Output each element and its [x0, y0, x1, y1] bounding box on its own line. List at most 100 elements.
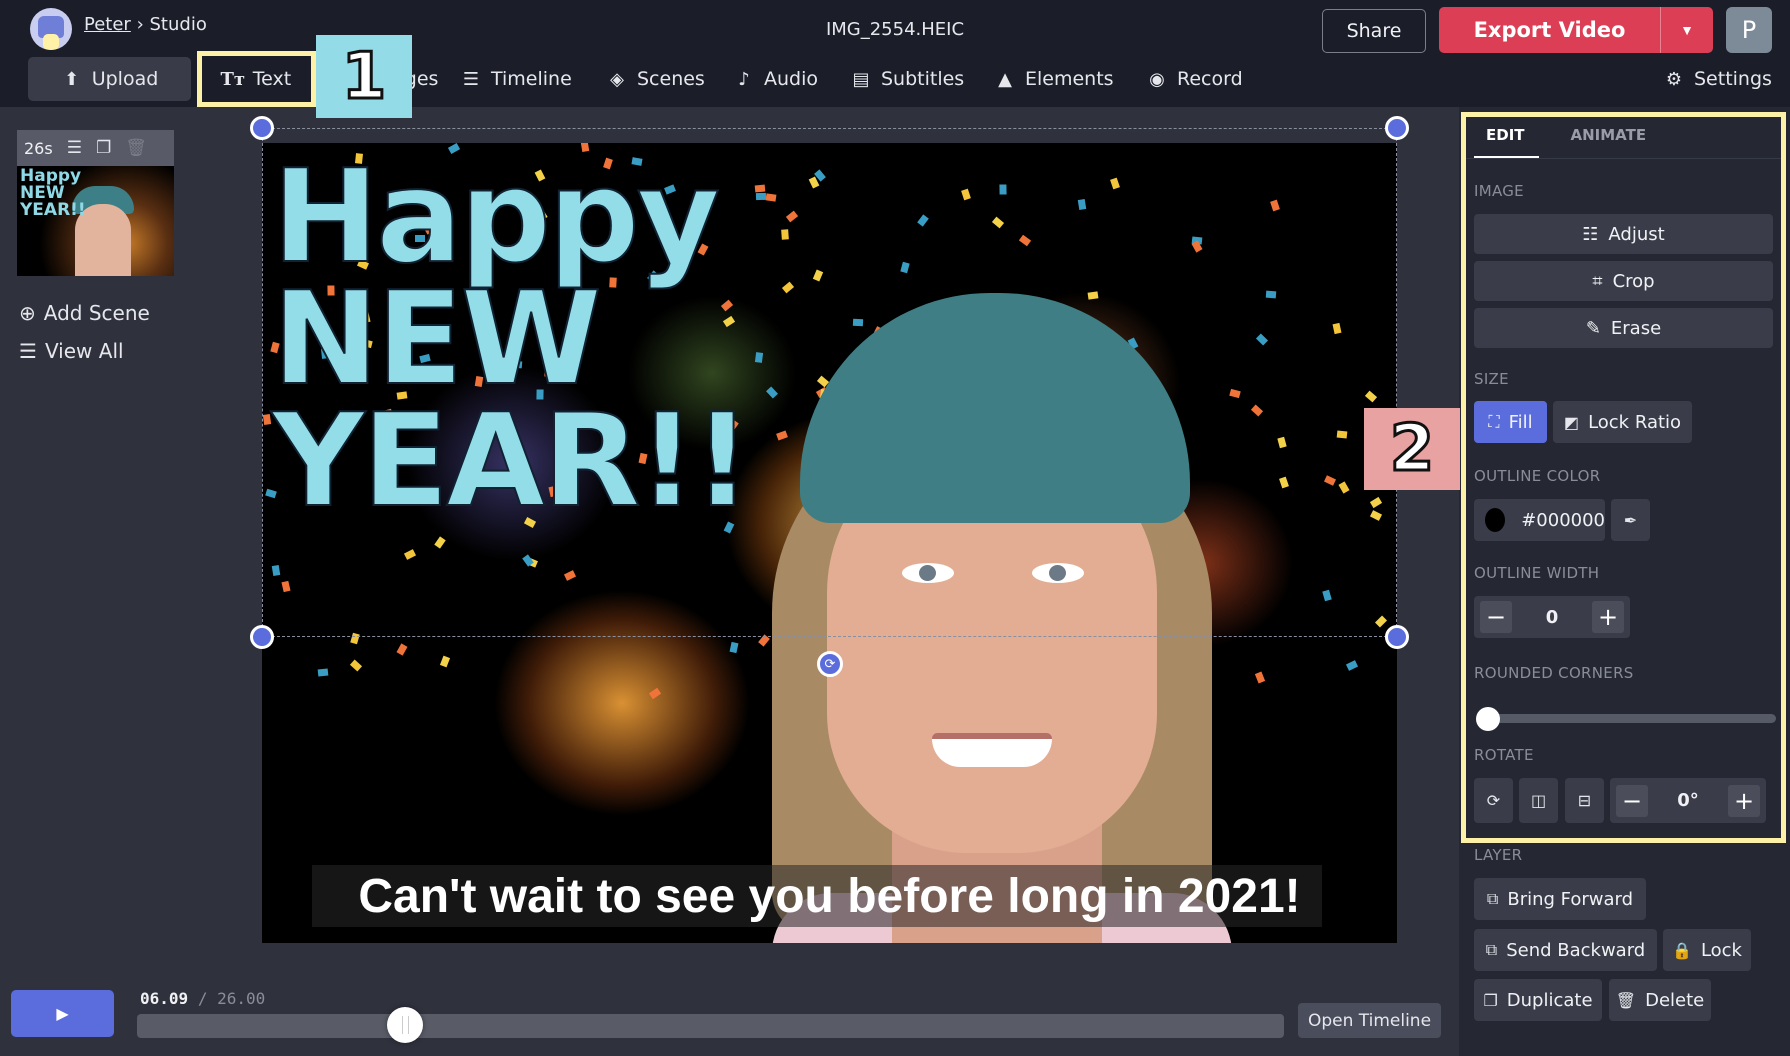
- lock-ratio-button[interactable]: ◩ Lock Ratio: [1553, 401, 1692, 443]
- send-backward-label: Send Backward: [1506, 939, 1646, 961]
- toolbar-text-button[interactable]: Tт Text: [197, 51, 316, 107]
- lock-ratio-label: Lock Ratio: [1588, 411, 1682, 433]
- play-button[interactable]: ▶: [11, 990, 114, 1037]
- resize-handle-top-right[interactable]: [1385, 116, 1409, 140]
- toolbar-elements-button[interactable]: ▲ Elements: [994, 57, 1113, 101]
- decrement-outline-button[interactable]: −: [1480, 601, 1512, 633]
- toolbar-scenes-button[interactable]: ◈ Scenes: [606, 57, 705, 101]
- confetti-piece: [900, 261, 910, 273]
- outline-width-value[interactable]: 0: [1546, 607, 1559, 628]
- rounded-corners-slider-thumb[interactable]: [1476, 707, 1500, 731]
- confetti-piece: [992, 216, 1005, 229]
- duplicate-scene-icon[interactable]: ❐: [96, 138, 111, 158]
- outline-color-value: #000000: [1521, 509, 1605, 531]
- confetti-piece: [1110, 177, 1120, 190]
- share-button[interactable]: Share: [1322, 9, 1426, 53]
- current-time: 06.09: [140, 989, 189, 1008]
- record-icon: ◉: [1149, 68, 1165, 90]
- toolbar-audio-button[interactable]: ♪ Audio: [733, 57, 818, 101]
- resize-handle-bottom-right[interactable]: [1385, 625, 1409, 649]
- confetti-piece: [317, 668, 329, 677]
- photo-eye: [902, 563, 954, 583]
- add-scene-label: Add Scene: [43, 301, 150, 325]
- profile-button[interactable]: P: [1726, 7, 1772, 53]
- delete-scene-icon[interactable]: 🗑: [125, 138, 147, 158]
- export-video-button[interactable]: Export Video: [1439, 7, 1661, 53]
- resize-handle-top-left[interactable]: [250, 116, 274, 140]
- outline-color-picker[interactable]: #000000: [1474, 499, 1605, 541]
- confetti-piece: [961, 189, 971, 201]
- confetti-piece: [1323, 474, 1336, 486]
- resize-handle-bottom-left[interactable]: [250, 625, 274, 649]
- flip-horizontal-icon: ◫: [1530, 791, 1547, 810]
- eraser-icon: ✎: [1585, 317, 1601, 339]
- canvas-video-frame[interactable]: Happy NEW YEAR!! Can't wait to see you b…: [262, 143, 1397, 943]
- confetti-piece: [350, 659, 363, 672]
- rotate-handle[interactable]: ⟳: [817, 651, 843, 677]
- playback-scrubber[interactable]: [137, 1014, 1284, 1038]
- fill-button[interactable]: ⛶ Fill: [1474, 401, 1547, 443]
- confetti-piece: [403, 549, 416, 560]
- user-avatar[interactable]: [30, 8, 72, 50]
- toolbar-record-button[interactable]: ◉ Record: [1146, 57, 1243, 101]
- confetti-piece: [765, 192, 777, 202]
- tab-animate[interactable]: ANIMATE: [1569, 122, 1649, 159]
- scene-thumbnail[interactable]: Happy NEW YEAR!!: [17, 166, 174, 276]
- headline-text-layer[interactable]: Happy NEW YEAR!!: [271, 153, 752, 527]
- color-swatch: [1485, 508, 1506, 532]
- confetti-piece: [440, 655, 451, 668]
- bring-forward-button[interactable]: ⧉ Bring Forward: [1474, 878, 1646, 920]
- adjust-button[interactable]: ☷ Adjust: [1474, 214, 1773, 254]
- rotate-clockwise-button[interactable]: ⟳: [1474, 778, 1513, 823]
- crop-button[interactable]: ⌗ Crop: [1474, 261, 1773, 301]
- view-all-button[interactable]: ☰ View All: [19, 339, 124, 363]
- crop-label: Crop: [1612, 270, 1655, 292]
- increment-rotation-button[interactable]: +: [1728, 784, 1760, 817]
- flip-horizontal-button[interactable]: ◫: [1519, 778, 1558, 823]
- thumb-line: YEAR!!: [20, 200, 86, 220]
- file-title[interactable]: IMG_2554.HEIC: [826, 19, 964, 40]
- duplicate-button[interactable]: ❐ Duplicate: [1474, 979, 1602, 1021]
- subtitle-text[interactable]: Can't wait to see you before long in 202…: [262, 869, 1397, 924]
- confetti-piece: [434, 536, 446, 549]
- breadcrumb-user-link[interactable]: Peter: [84, 14, 131, 35]
- erase-button[interactable]: ✎ Erase: [1474, 308, 1773, 348]
- increment-outline-button[interactable]: +: [1592, 601, 1624, 633]
- section-label-size: SIZE: [1474, 370, 1509, 388]
- headline-line: NEW: [271, 265, 603, 414]
- breadcrumb-page: Studio: [149, 14, 207, 35]
- toolbar-subtitles-label: Subtitles: [881, 68, 965, 90]
- open-timeline-button[interactable]: Open Timeline: [1298, 1003, 1441, 1038]
- confetti-piece: [1019, 235, 1032, 247]
- confetti-piece: [1369, 496, 1382, 508]
- view-all-label: View All: [44, 339, 124, 363]
- send-backward-button[interactable]: ⧉ Send Backward: [1474, 929, 1657, 971]
- scene-duration: 26s: [24, 138, 53, 158]
- toolbar-subtitles-button[interactable]: ▤ Subtitles: [850, 57, 964, 101]
- toolbar-upload-button[interactable]: ⬆ Upload: [28, 57, 191, 101]
- subtitles-icon: ▤: [852, 68, 870, 90]
- toolbar-timeline-button[interactable]: ☰ Timeline: [460, 57, 572, 101]
- toolbar-text-label: Text: [252, 68, 292, 90]
- add-scene-button[interactable]: ⊕ Add Scene: [19, 301, 150, 325]
- decrement-rotation-button[interactable]: −: [1616, 784, 1648, 817]
- confetti-piece: [1336, 430, 1347, 439]
- toolbar-settings-button[interactable]: ⚙ Settings: [1663, 57, 1772, 101]
- chevron-down-icon: ▼: [1680, 22, 1694, 38]
- photo-eye: [1032, 563, 1084, 583]
- confetti-piece: [1251, 404, 1264, 417]
- lock-button[interactable]: 🔒 Lock: [1663, 929, 1751, 971]
- section-label-rounded-corners: ROUNDED CORNERS: [1474, 664, 1634, 682]
- rotation-value[interactable]: 0°: [1677, 790, 1699, 811]
- eyedropper-button[interactable]: ✒: [1611, 499, 1650, 541]
- top-header: Peter › Studio IMG_2554.HEIC Share Expor…: [0, 0, 1790, 107]
- scene-card[interactable]: 26s ☰ ❐ 🗑 Happy NEW YEAR!!: [17, 130, 174, 276]
- rounded-corners-slider[interactable]: [1478, 714, 1776, 723]
- delete-button[interactable]: 🗑 Delete: [1609, 979, 1711, 1021]
- confetti-piece: [563, 570, 576, 582]
- tab-edit[interactable]: EDIT: [1474, 122, 1539, 159]
- toolbar-settings-label: Settings: [1694, 68, 1772, 90]
- export-dropdown-button[interactable]: ▼: [1661, 7, 1713, 53]
- flip-vertical-button[interactable]: ⊟: [1565, 778, 1604, 823]
- scene-timeline-icon[interactable]: ☰: [67, 138, 82, 158]
